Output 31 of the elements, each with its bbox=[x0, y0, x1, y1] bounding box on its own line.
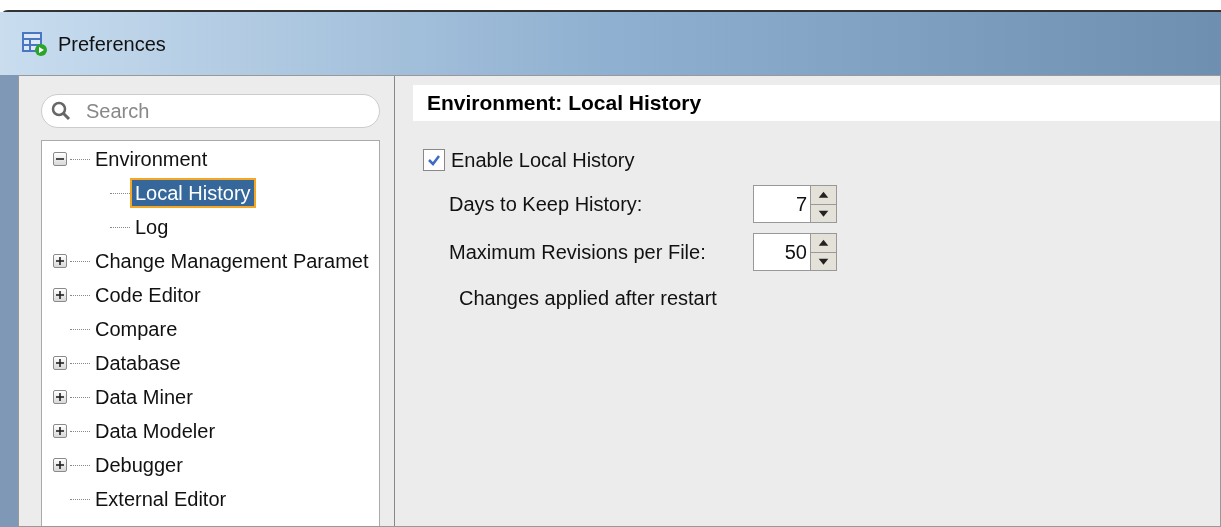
spinner-field[interactable]: 7 bbox=[753, 185, 811, 223]
spinner-field[interactable]: 50 bbox=[753, 233, 811, 271]
search-icon bbox=[51, 101, 71, 121]
checkbox[interactable] bbox=[423, 149, 445, 171]
tree-item[interactable]: Environment bbox=[92, 146, 211, 172]
panel-title: Environment: Local History bbox=[427, 90, 702, 117]
tree-item[interactable]: Database bbox=[92, 350, 184, 376]
tree-item[interactable]: Log bbox=[132, 214, 172, 240]
expand-icon[interactable] bbox=[53, 458, 67, 472]
field-label: Days to Keep History: bbox=[449, 192, 644, 217]
restart-note: Changes applied after restart bbox=[458, 286, 718, 311]
tree-item[interactable]: Change Management Paramet bbox=[92, 248, 372, 274]
tree-item[interactable]: External Editor bbox=[92, 486, 230, 512]
tree-item[interactable]: Data Miner bbox=[92, 384, 196, 410]
search-field[interactable]: Search bbox=[41, 94, 380, 128]
tree-item[interactable]: Compare bbox=[92, 316, 181, 342]
app-icon bbox=[22, 30, 48, 57]
expand-icon[interactable] bbox=[53, 356, 67, 370]
tree-item[interactable]: Debugger bbox=[92, 452, 186, 478]
check-icon bbox=[427, 153, 441, 167]
expand-icon[interactable] bbox=[53, 424, 67, 438]
checkbox-label: Enable Local History bbox=[451, 148, 635, 173]
window-title: Preferences bbox=[58, 31, 166, 57]
collapse-icon[interactable] bbox=[53, 152, 67, 166]
field-label: Maximum Revisions per File: bbox=[449, 240, 707, 265]
tree-item[interactable]: Data Modeler bbox=[92, 418, 219, 444]
expand-icon[interactable] bbox=[53, 390, 67, 404]
tree-item[interactable]: Code Editor bbox=[92, 282, 204, 308]
expand-icon[interactable] bbox=[53, 254, 67, 268]
expand-icon[interactable] bbox=[53, 288, 67, 302]
tree-item[interactable]: Local History bbox=[132, 180, 254, 206]
